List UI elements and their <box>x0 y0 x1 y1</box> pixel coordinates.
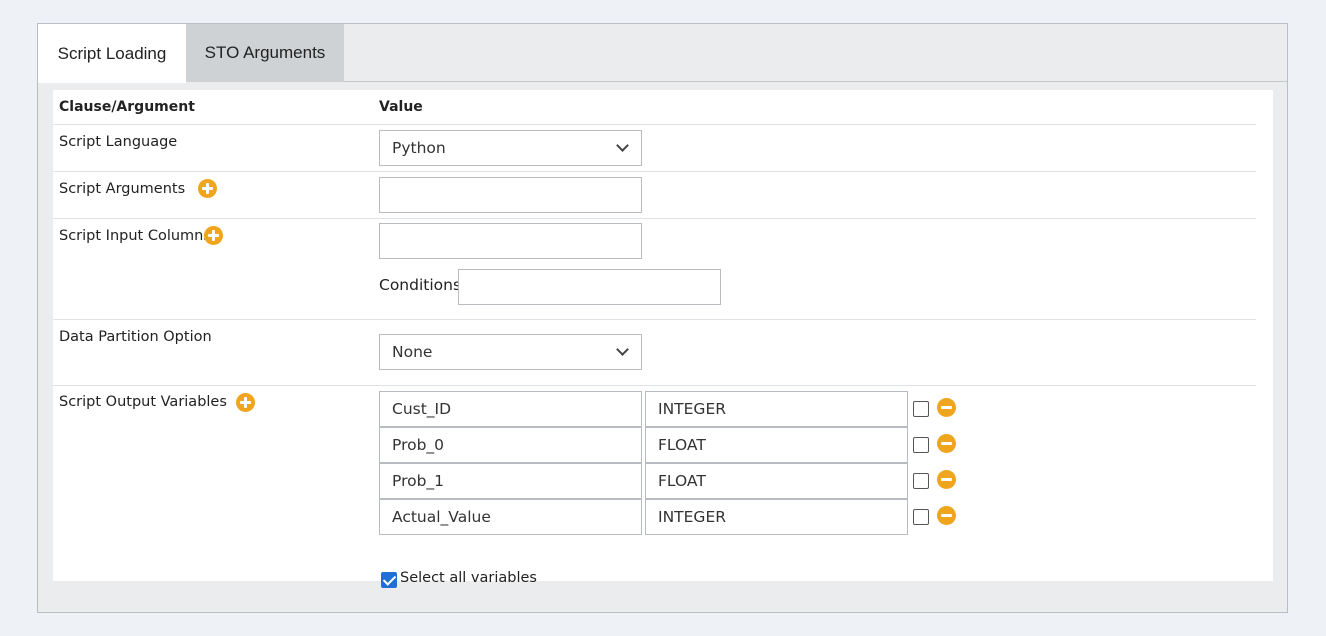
data-partition-label: Data Partition Option <box>59 329 212 345</box>
script-arguments-label: Script Arguments <box>59 181 186 197</box>
column-header-value: Value <box>379 99 423 115</box>
output-var-checkbox[interactable] <box>913 437 929 453</box>
output-var-type-input[interactable]: INTEGER <box>645 499 908 535</box>
script-language-label: Script Language <box>59 134 178 150</box>
output-var-checkbox[interactable] <box>913 401 929 417</box>
tab-script-loading[interactable]: Script Loading <box>38 24 186 83</box>
chevron-down-icon <box>616 139 629 152</box>
add-input-column-icon[interactable] <box>204 226 223 245</box>
remove-variable-icon[interactable] <box>937 506 956 525</box>
column-header-clause: Clause/Argument <box>59 99 195 115</box>
arguments-table: Clause/Argument Value Script Language Py… <box>53 90 1273 588</box>
script-arguments-input[interactable] <box>379 177 642 213</box>
output-var-name-input[interactable]: Cust_ID <box>379 391 642 427</box>
remove-variable-icon[interactable] <box>937 434 956 453</box>
row-divider <box>53 218 1256 219</box>
row-divider <box>53 124 1256 125</box>
row-divider <box>53 319 1256 320</box>
sto-panel: Script Loading STO Arguments Clause/Argu… <box>37 23 1288 613</box>
select-all-label[interactable]: Select all variables <box>400 570 537 586</box>
conditions-label: Conditions <box>379 276 462 294</box>
script-input-columns-label: Script Input Columns <box>59 228 211 244</box>
row-divider <box>53 171 1256 172</box>
output-var-type-input[interactable]: FLOAT <box>645 463 908 499</box>
script-output-label: Script Output Variables <box>59 394 227 410</box>
output-var-name-input[interactable]: Prob_0 <box>379 427 642 463</box>
output-var-checkbox[interactable] <box>913 473 929 489</box>
output-var-type-input[interactable]: INTEGER <box>645 391 908 427</box>
output-var-checkbox[interactable] <box>913 509 929 525</box>
output-var-name-input[interactable]: Actual_Value <box>379 499 642 535</box>
tab-bar: Script Loading STO Arguments <box>38 24 1287 83</box>
conditions-input[interactable] <box>458 269 721 305</box>
add-output-variable-icon[interactable] <box>236 393 255 412</box>
output-var-type-input[interactable]: FLOAT <box>645 427 908 463</box>
data-partition-select[interactable]: None <box>379 334 642 370</box>
remove-variable-icon[interactable] <box>937 470 956 489</box>
add-script-argument-icon[interactable] <box>198 179 217 198</box>
tab-sto-arguments[interactable]: STO Arguments <box>186 24 344 82</box>
data-partition-value: None <box>392 343 433 361</box>
remove-variable-icon[interactable] <box>937 398 956 417</box>
script-language-select[interactable]: Python <box>379 130 642 166</box>
chevron-down-icon <box>616 343 629 356</box>
row-divider <box>53 385 1256 386</box>
script-language-value: Python <box>392 139 446 157</box>
select-all-checkbox[interactable] <box>381 572 397 588</box>
script-input-columns-input[interactable] <box>379 223 642 259</box>
output-var-name-input[interactable]: Prob_1 <box>379 463 642 499</box>
